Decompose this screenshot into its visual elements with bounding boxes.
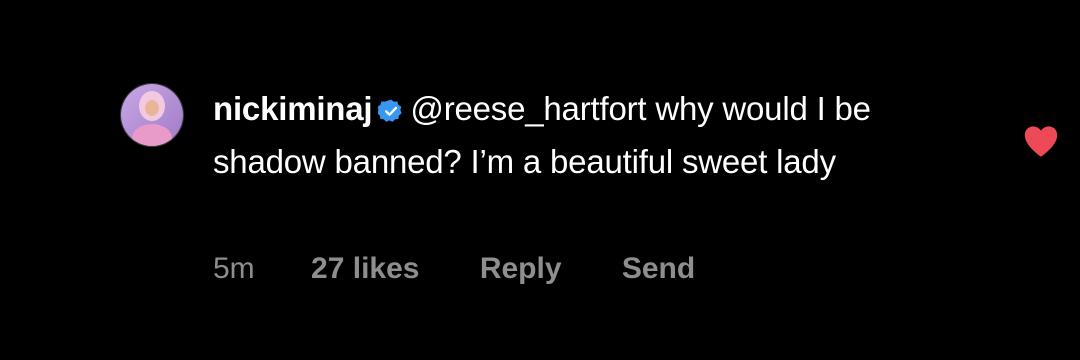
avatar[interactable] [120, 83, 184, 147]
send-button[interactable]: Send [622, 252, 695, 286]
comment-body: nickiminaj @reese_hartfort why would I be… [213, 84, 913, 186]
comment-screen: nickiminaj @reese_hartfort why would I be… [0, 0, 1080, 360]
comment-username[interactable]: nickiminaj [213, 90, 373, 127]
likes-count[interactable]: 27 likes [311, 252, 419, 286]
avatar-image [121, 84, 183, 146]
reply-button[interactable]: Reply [480, 252, 562, 286]
verified-badge-icon [377, 88, 404, 137]
comment-mention[interactable]: @reese_hartfort [410, 90, 646, 127]
like-button[interactable] [1022, 124, 1060, 163]
comment-timestamp: 5m [213, 252, 255, 285]
heart-icon [1024, 126, 1058, 157]
comment-meta: 5m 27 likes Reply Send [213, 252, 695, 286]
